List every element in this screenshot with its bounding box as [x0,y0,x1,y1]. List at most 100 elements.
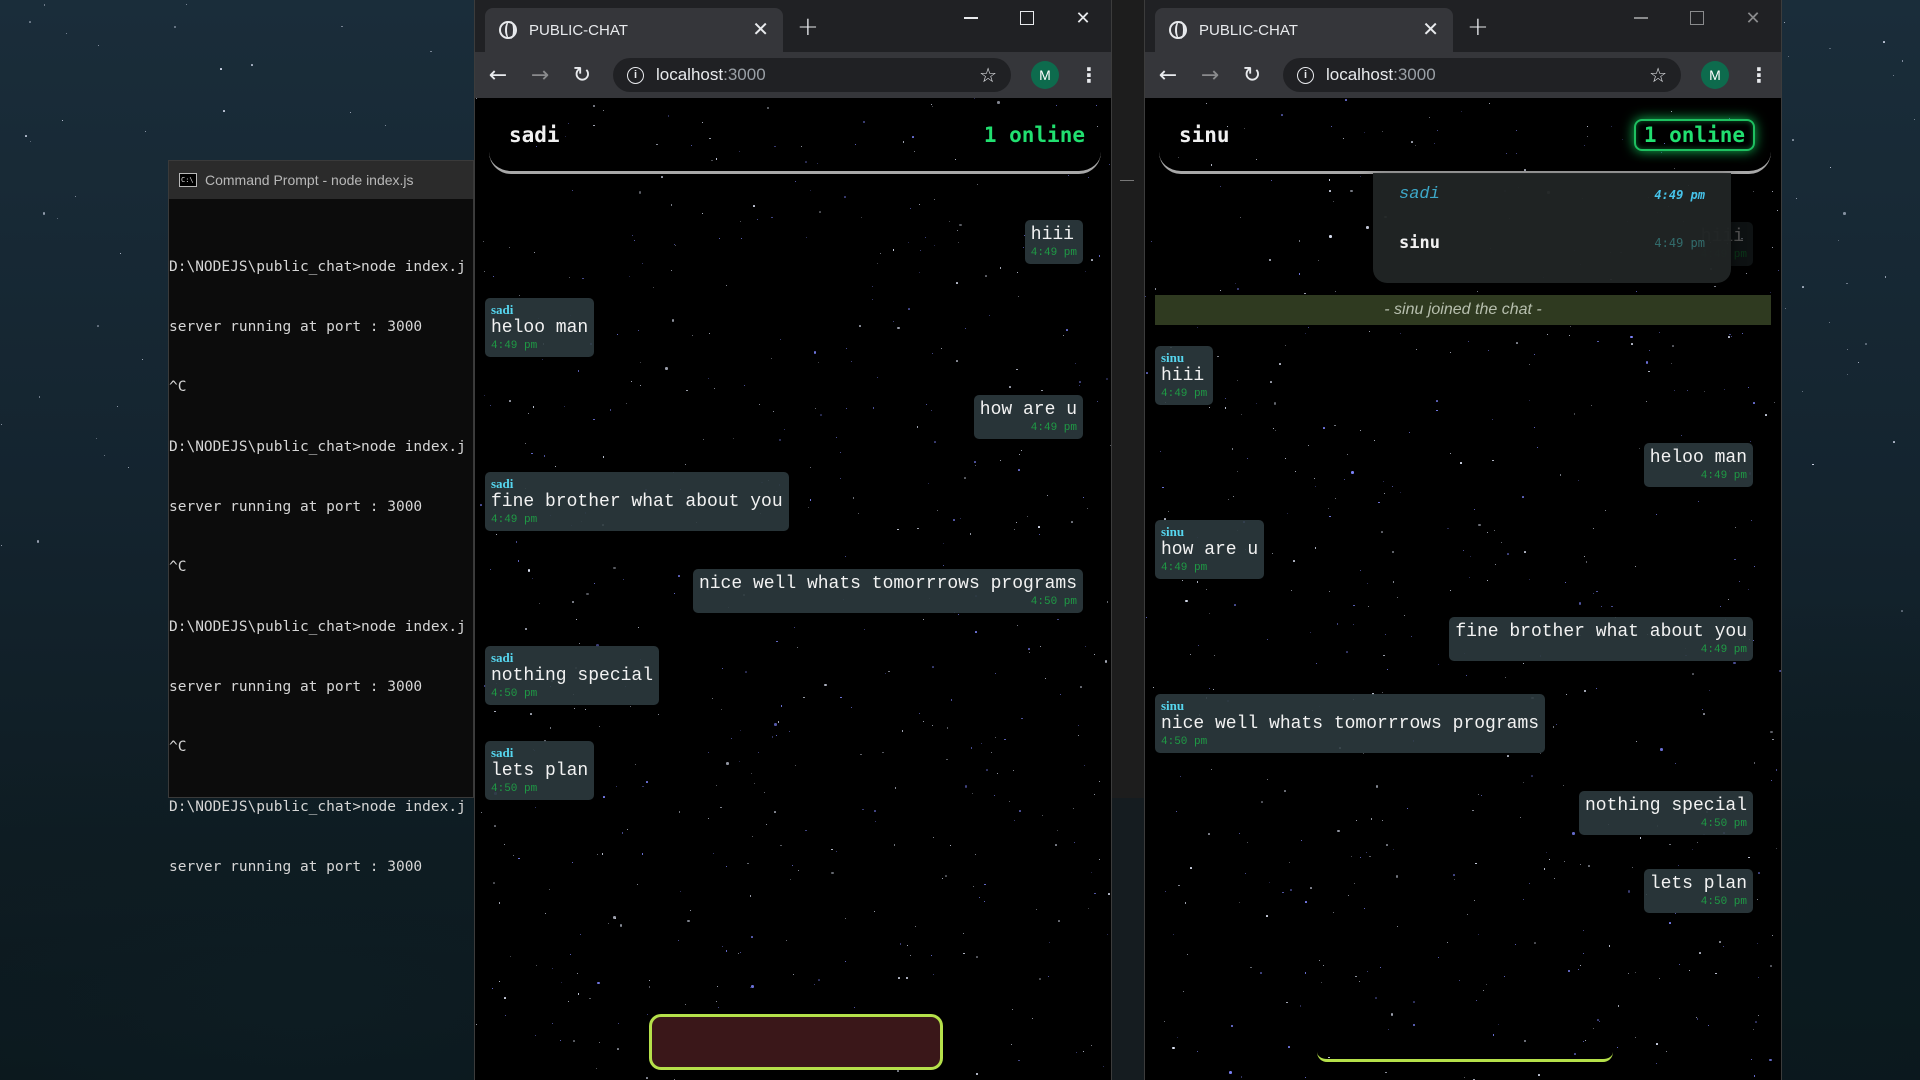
new-tab-plus-icon[interactable]: + [1467,12,1489,42]
online-count[interactable]: 1 online [1633,118,1755,151]
cmd-titlebar[interactable]: C:\ Command Prompt - node index.js [169,161,473,199]
star-dot [1382,481,1384,483]
star-dot [480,504,482,506]
star-dot [1267,779,1269,781]
menu-kebab-icon[interactable]: ⋮ [1749,63,1769,87]
forward-arrow-icon[interactable]: → [1199,63,1221,88]
star-dot [494,825,496,827]
star-dot [1083,765,1085,767]
star-dot [777,721,780,723]
star-dot [925,404,927,406]
star-dot [1019,454,1021,456]
star-dot [633,239,635,241]
star-dot [845,348,847,350]
star-dot [1671,363,1673,365]
star-dot [930,410,932,412]
online-users-dropdown[interactable]: sadi 4:49 pm sinu 4:49 pm [1373,173,1731,283]
tab-public-chat[interactable]: PUBLIC-CHAT ✕ [1155,8,1453,52]
star-dot [1893,441,1895,443]
star-dot [1013,528,1016,531]
close-tab-icon[interactable]: ✕ [1422,20,1439,40]
star-dot [830,848,833,851]
star-dot [1719,606,1721,608]
star-dot [531,577,534,580]
star-dot [1604,509,1606,511]
star-dot [1021,450,1023,452]
star-dot [999,267,1002,269]
close-window-button[interactable]: ✕ [1055,0,1111,36]
new-tab-plus-icon[interactable]: + [797,12,819,42]
star-dot [1383,654,1385,657]
star-dot [173,25,177,29]
globe-icon [499,21,517,39]
forward-arrow-icon[interactable]: → [529,63,551,88]
close-window-button[interactable]: ✕ [1725,0,1781,36]
bookmark-star-icon[interactable]: ☆ [1649,63,1667,88]
star-dot [739,220,742,223]
star-dot [914,925,917,928]
star-dot [1322,964,1324,966]
tab-public-chat[interactable]: PUBLIC-CHAT ✕ [485,8,783,52]
message-text: heloo man [491,318,589,338]
star-dot [1261,800,1263,803]
star-dot [594,582,596,584]
info-icon[interactable]: i [1297,66,1314,84]
online-user-row[interactable]: sadi 4:49 pm [1399,185,1705,204]
star-dot [905,976,909,980]
star-dot [718,237,720,239]
command-prompt-window[interactable]: C:\ Command Prompt - node index.js D:\NO… [168,160,474,875]
star-dot [1466,913,1469,916]
profile-avatar[interactable]: M [1701,61,1729,89]
maximize-button[interactable] [999,0,1055,36]
online-count[interactable]: 1 online [984,123,1085,147]
reload-icon[interactable]: ↻ [1241,63,1263,88]
star-dot [341,25,343,28]
star-dot [1630,335,1633,339]
star-dot [1329,235,1332,238]
message-bubble: sinu nice well whats tomorrrows programs… [1155,694,1546,753]
info-icon[interactable]: i [627,66,644,84]
star-dot [1082,1051,1084,1053]
star-dot [1770,730,1773,734]
bookmark-star-icon[interactable]: ☆ [979,63,997,88]
star-dot [1658,977,1660,979]
star-dot [1681,434,1683,436]
star-dot [1313,477,1316,480]
star-dot [1753,402,1755,404]
maximize-button[interactable] [1669,0,1725,36]
menu-kebab-icon[interactable]: ⋮ [1079,63,1099,87]
star-dot [674,245,676,247]
star-dot [1054,844,1057,846]
browser-window-right[interactable]: PUBLIC-CHAT ✕ + ✕ ← → ↻ i localhost:3000… [1144,0,1782,1080]
star-dot [1086,507,1088,509]
current-username: sinu [1179,122,1230,147]
minimize-button[interactable] [943,0,999,36]
star-dot [977,183,979,185]
minimize-button[interactable] [1613,0,1669,36]
star-dot [1305,1076,1307,1078]
message-input[interactable] [649,1014,943,1070]
back-arrow-icon[interactable]: ← [487,63,509,88]
url-text[interactable]: localhost:3000 [656,65,967,85]
address-bar[interactable]: i localhost:3000 ☆ [1283,58,1681,92]
address-bar[interactable]: i localhost:3000 ☆ [613,58,1011,92]
back-arrow-icon[interactable]: ← [1157,63,1179,88]
star-dot [956,282,958,284]
url-text[interactable]: localhost:3000 [1326,65,1637,85]
message-time: 4:49 pm [1161,562,1208,574]
star-dot [1315,662,1317,664]
star-dot [603,796,605,798]
browser-window-left[interactable]: PUBLIC-CHAT ✕ + ✕ ← → ↻ i localhost:3000… [474,0,1112,1080]
message-input[interactable] [1317,1052,1613,1062]
tab-strip: PUBLIC-CHAT ✕ + ✕ [1145,0,1781,52]
star-dot [560,982,562,984]
star-dot [1771,190,1773,192]
star-dot [1230,1024,1234,1028]
profile-avatar[interactable]: M [1031,61,1059,89]
reload-icon[interactable]: ↻ [571,63,593,88]
star-dot [983,883,986,886]
online-user-row[interactable]: sinu 4:49 pm [1399,233,1705,253]
star-dot [1523,1039,1527,1043]
close-tab-icon[interactable]: ✕ [752,20,769,40]
cmd-output[interactable]: D:\NODEJS\public_chat>node index.j serve… [169,199,473,917]
